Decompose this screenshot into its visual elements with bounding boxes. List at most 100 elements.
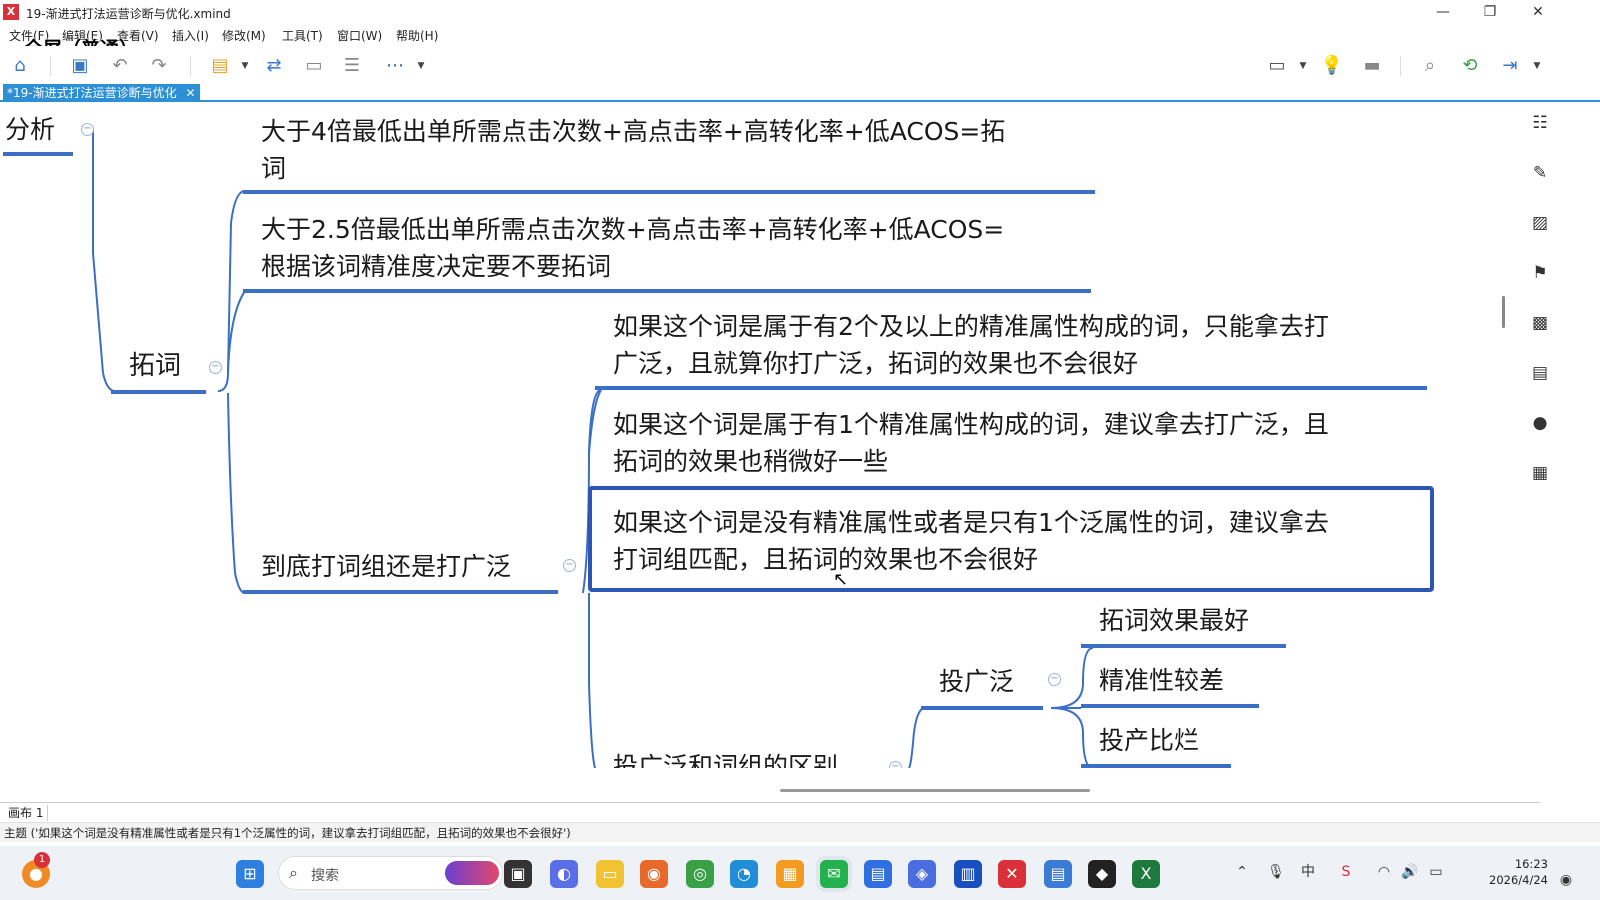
share-icon[interactable]: ⟲ — [1458, 54, 1482, 78]
windows-taskbar: ● 1 ⊞ ⌕ 搜索 ▣ ◐ ▭ ◉ ◎ ◔ ▦ ✉ ▤ ◈ ▥ ✕ ▤ ◆ X… — [0, 846, 1600, 900]
search-placeholder: 搜索 — [311, 868, 339, 884]
vpn-icon[interactable]: ◈ — [908, 860, 936, 888]
leaf-poor-roi[interactable]: 投产比烂 — [1099, 722, 1199, 759]
minimize-button[interactable]: — — [1423, 2, 1463, 22]
sheet-bar: 画布 1 — [0, 802, 1540, 821]
subtopic-no-precise-attr[interactable]: 如果这个词是没有精准属性或者是只有1个泛属性的词，建议拿去 打词组匹配，且拓词的… — [613, 504, 1329, 578]
xmind-logo-icon: X — [3, 4, 19, 20]
battery-icon[interactable]: ▭ — [1426, 862, 1446, 882]
more-icon[interactable]: ⋯ — [383, 54, 407, 78]
menu-insert[interactable]: 插入(I) — [172, 27, 209, 44]
sogou-ime-icon[interactable]: S — [1336, 862, 1356, 882]
volume-icon[interactable]: 🔊 — [1400, 862, 1420, 882]
idea-icon[interactable]: 💡 — [1320, 54, 1344, 78]
tab-document[interactable]: *19-渐进式打法运营诊断与优化 ✕ — [3, 84, 200, 102]
image-icon[interactable]: ▨ — [1529, 212, 1551, 234]
topic-4x-clicks[interactable]: 大于4倍最低出单所需点击次数+高点击率+高转化率+低ACOS=拓 词 — [261, 113, 1005, 187]
wifi-icon[interactable]: ◠ — [1374, 862, 1394, 882]
file-explorer-icon[interactable]: ▭ — [596, 860, 624, 888]
presentation-icon[interactable]: ▭ — [1265, 54, 1289, 78]
more-dropdown-icon[interactable]: ▼ — [416, 54, 426, 78]
insert-topic-dropdown-icon[interactable]: ▼ — [240, 54, 250, 78]
branch-tuoci[interactable]: 拓词 — [129, 348, 181, 385]
app-green-icon[interactable]: ◆ — [1088, 860, 1116, 888]
task-icon[interactable]: ▦ — [1529, 462, 1551, 484]
edge-icon[interactable]: ◔ — [730, 860, 758, 888]
branch-group-or-broad[interactable]: 到底打词组还是打广泛 — [261, 548, 511, 585]
collapse-icon[interactable]: − — [563, 559, 576, 572]
boundary-icon[interactable]: ▭ — [302, 54, 326, 78]
menu-modify[interactable]: 修改(M) — [222, 27, 266, 44]
firefox-icon[interactable]: ◉ — [640, 860, 668, 888]
vertical-scrollbar[interactable] — [1502, 296, 1505, 328]
home-icon[interactable]: ⌂ — [8, 54, 32, 78]
root-topic-partial[interactable]: 分析 — [5, 111, 55, 148]
tray-expand-icon[interactable]: ⌃ — [1232, 862, 1252, 882]
menu-bar: 文件(F) 编辑(E) 查看(V) 插入(I) 修改(M) 工具(T) 窗口(W… — [0, 24, 1600, 44]
title-bar: X 19-渐进式打法运营诊断与优化.xmind — ❐ ✕ — [0, 0, 1600, 24]
taskbar-clock[interactable]: 16:23 2026/4/24 — [1488, 856, 1548, 888]
export-dropdown-icon[interactable]: ▼ — [1532, 54, 1542, 78]
menu-tools[interactable]: 工具(T) — [282, 27, 323, 44]
store-icon[interactable]: ▦ — [776, 860, 804, 888]
editor-tab-bar: *19-渐进式打法运营诊断与优化 ✕ — [0, 84, 1600, 102]
clipart-icon[interactable]: ▩ — [1529, 312, 1551, 334]
app-blue-icon[interactable]: ▤ — [864, 860, 892, 888]
notes-icon[interactable]: ▤ — [1529, 362, 1551, 384]
side-panel: ☷ ✎ ▨ ⚑ ▩ ▤ ● ▦ — [1517, 100, 1563, 500]
save-icon[interactable]: ▣ — [68, 54, 92, 78]
leaf-best-expansion[interactable]: 拓词效果最好 — [1099, 602, 1249, 639]
collapse-icon[interactable]: − — [1048, 673, 1061, 686]
branch-broad[interactable]: 投广泛 — [939, 663, 1014, 700]
microphone-icon[interactable]: 🎙 — [1266, 862, 1286, 882]
xmind-taskbar-icon[interactable]: ✕ — [998, 860, 1026, 888]
tab-label: *19-渐进式打法运营诊断与优化 — [7, 86, 177, 100]
maximize-button[interactable]: ❐ — [1470, 2, 1510, 22]
notification-icon[interactable]: ◉ — [1556, 870, 1576, 890]
close-button[interactable]: ✕ — [1518, 2, 1558, 22]
topic-2-5x-clicks[interactable]: 大于2.5倍最低出单所需点击次数+高点击率+高转化率+低ACOS= 根据该词精准… — [261, 211, 1004, 285]
search-icon[interactable]: ⌕ — [1418, 54, 1442, 78]
subtopic-one-precise-attr[interactable]: 如果这个词是属于有1个精准属性构成的词，建议拿去打广泛，且 拓词的效果也稍微好一… — [613, 406, 1329, 480]
leaf-low-precision[interactable]: 精准性较差 — [1099, 662, 1224, 699]
insert-topic-icon[interactable]: ▤ — [208, 54, 232, 78]
menu-help[interactable]: 帮助(H) — [396, 27, 438, 44]
app-100-icon[interactable]: ▥ — [954, 860, 982, 888]
layout-icon[interactable]: ▬ — [1360, 54, 1384, 78]
mouse-cursor-icon: ↖ — [833, 569, 849, 590]
search-icon: ⌕ — [289, 863, 298, 882]
taskbar-search-input[interactable]: ⌕ 搜索 — [278, 856, 503, 890]
format-brush-icon[interactable]: ✎ — [1529, 162, 1551, 184]
collapse-icon[interactable]: − — [889, 761, 902, 768]
sheet-tab[interactable]: 画布 1 — [4, 805, 49, 821]
wechat-icon[interactable]: ✉ — [820, 860, 848, 888]
task-view-icon[interactable]: ▣ — [504, 860, 532, 888]
status-bar: 主题 ('如果这个词是没有精准属性或者是只有1个泛属性的词，建议拿去打词组匹配，… — [0, 822, 1600, 842]
undo-icon[interactable]: ↶ — [108, 54, 132, 78]
notepad-icon[interactable]: ▤ — [1044, 860, 1072, 888]
menu-window[interactable]: 窗口(W) — [337, 27, 382, 44]
notification-badge: 1 — [34, 852, 50, 868]
mindmap-canvas[interactable]: 分析 − 拓词 − 大于4倍最低出单所需点击次数+高点击率+高转化率+低ACOS… — [3, 103, 1511, 768]
input-language[interactable]: 中 — [1298, 862, 1318, 882]
collapse-icon[interactable]: − — [209, 361, 222, 374]
export-icon[interactable]: ⇥ — [1498, 54, 1522, 78]
window-title: 19-渐进式打法运营诊断与优化.xmind — [26, 7, 231, 21]
marker-flag-icon[interactable]: ⚑ — [1529, 262, 1551, 284]
comments-icon[interactable]: ● — [1529, 412, 1551, 434]
start-windows-icon[interactable]: ⊞ — [236, 860, 264, 888]
subtopic-two-precise-attrs[interactable]: 如果这个词是属于有2个及以上的精准属性构成的词，只能拿去打 广泛，且就算你打广泛… — [613, 308, 1329, 382]
excel-icon[interactable]: X — [1132, 860, 1160, 888]
tab-close-icon[interactable]: ✕ — [185, 86, 195, 100]
horizontal-scrollbar[interactable] — [780, 789, 1090, 792]
summary-icon[interactable]: ☰ — [340, 54, 364, 78]
copilot-icon[interactable]: ◐ — [550, 860, 578, 888]
search-highlight-icon — [445, 861, 499, 885]
presentation-dropdown-icon[interactable]: ▼ — [1298, 54, 1308, 78]
relationship-icon[interactable]: ⇄ — [262, 54, 286, 78]
collapse-icon[interactable]: − — [81, 123, 94, 136]
outline-icon[interactable]: ☷ — [1529, 112, 1551, 134]
chrome-icon[interactable]: ◎ — [686, 860, 714, 888]
branch-broad-vs-phrase[interactable]: 投广泛和词组的区别 — [613, 748, 838, 768]
redo-icon[interactable]: ↷ — [147, 54, 171, 78]
